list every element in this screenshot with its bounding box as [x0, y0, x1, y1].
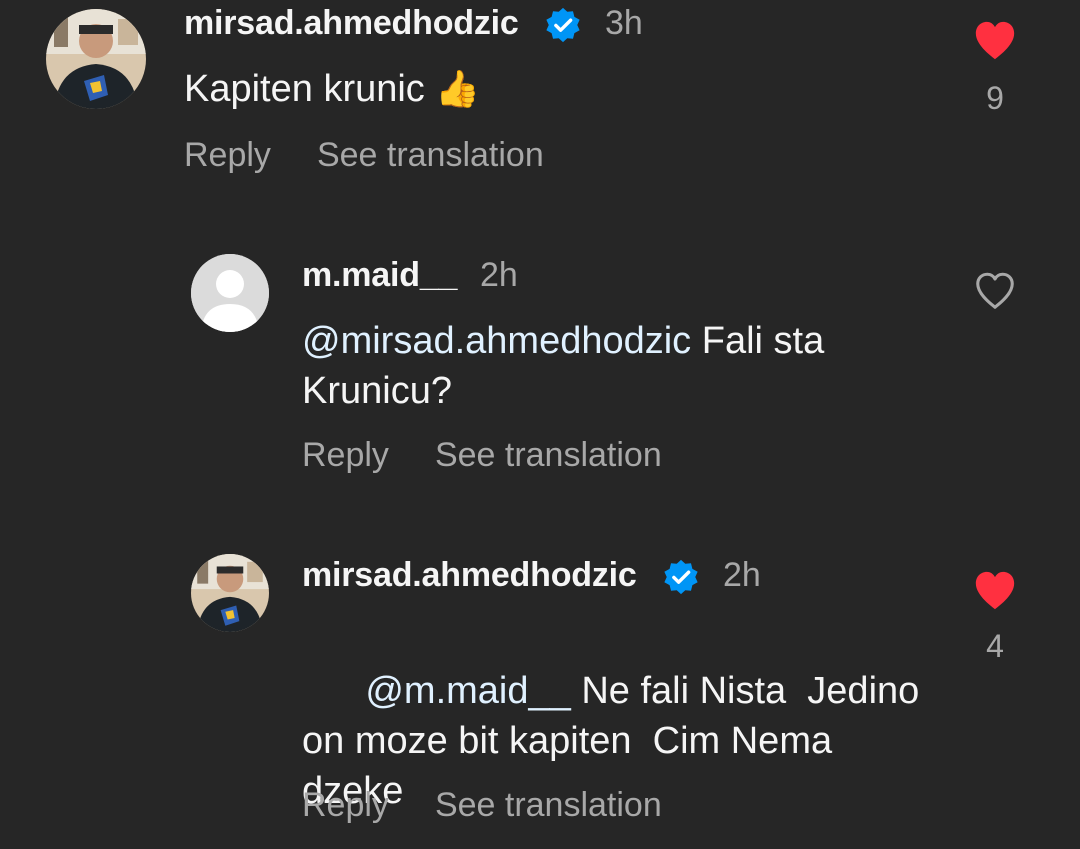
profile-photo-icon	[191, 554, 269, 632]
see-translation-button[interactable]: See translation	[435, 436, 662, 475]
thumbs-up-icon: 👍	[435, 68, 481, 109]
comment-time: 2h	[480, 256, 518, 294]
comment: mirsad.ahmedhodzic 3h Kapiten krunic 👍 R…	[0, 0, 1080, 200]
reply-button[interactable]: Reply	[302, 436, 389, 475]
heart-filled-icon[interactable]	[972, 18, 1018, 64]
comment-actions: Reply See translation	[184, 136, 544, 175]
comment-body: Kapiten krunic	[184, 68, 425, 110]
verified-badge-icon	[664, 559, 698, 595]
avatar[interactable]	[191, 254, 269, 332]
comment-text: Kapiten krunic 👍	[184, 64, 924, 114]
comment-username[interactable]: m.maid__	[302, 256, 457, 295]
like-count: 9	[986, 80, 1004, 116]
reply-button[interactable]: Reply	[184, 136, 271, 175]
comment-username[interactable]: mirsad.ahmedhodzic	[184, 4, 519, 43]
comment-reply: m.maid__ 2h @mirsad.ahmedhodzic Fali sta…	[0, 240, 1080, 490]
comment-actions: Reply See translation	[302, 786, 662, 825]
comment-actions: Reply See translation	[302, 436, 662, 475]
avatar[interactable]	[191, 554, 269, 632]
default-avatar-icon	[191, 254, 269, 332]
heart-outline-icon[interactable]	[972, 268, 1018, 314]
see-translation-button[interactable]: See translation	[435, 786, 662, 825]
comment-username[interactable]: mirsad.ahmedhodzic	[302, 556, 637, 595]
comment-reply: mirsad.ahmedhodzic 2h @m.maid__ Ne fali …	[0, 540, 1080, 840]
reply-button[interactable]: Reply	[302, 786, 389, 825]
mention-link[interactable]: @m.maid__	[365, 670, 570, 712]
mention-link[interactable]: @mirsad.ahmedhodzic	[302, 320, 691, 362]
comment-time: 3h	[605, 4, 643, 42]
profile-photo-icon	[46, 9, 146, 109]
heart-filled-icon[interactable]	[972, 568, 1018, 614]
avatar[interactable]	[46, 9, 146, 109]
comments-thread: mirsad.ahmedhodzic 3h Kapiten krunic 👍 R…	[0, 0, 1080, 849]
comment-time: 2h	[723, 556, 761, 594]
comment-text: @mirsad.ahmedhodzic Fali sta Krunicu?	[302, 316, 922, 416]
like-count: 4	[986, 628, 1004, 664]
verified-badge-icon	[546, 7, 580, 43]
see-translation-button[interactable]: See translation	[317, 136, 544, 175]
